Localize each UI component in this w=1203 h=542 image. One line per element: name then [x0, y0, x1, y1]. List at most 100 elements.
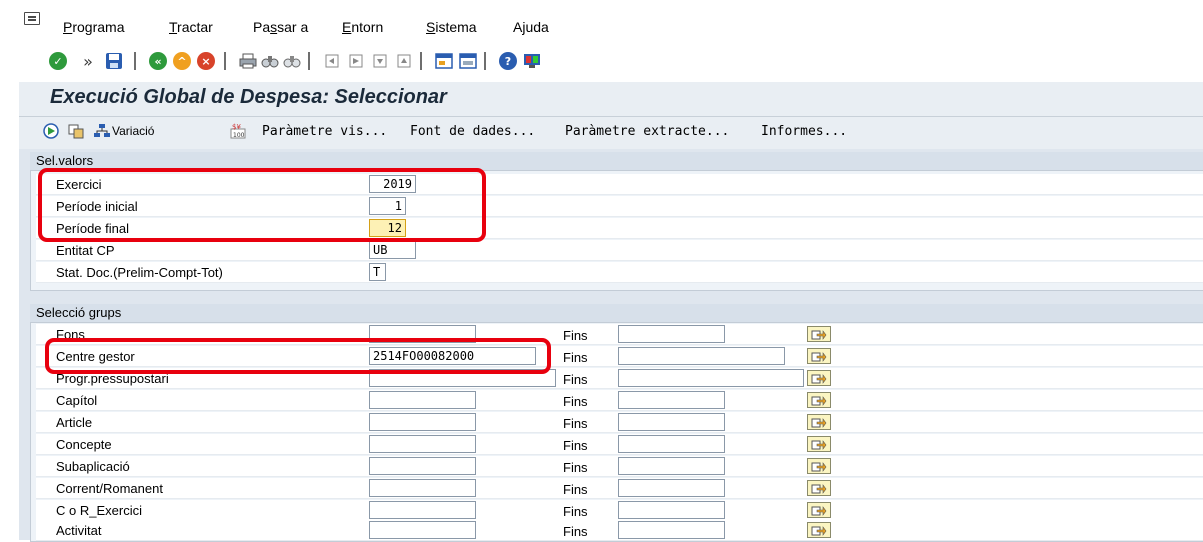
highlight-box-centre-gestor — [45, 338, 551, 374]
corrent-romanent-to-input[interactable] — [618, 479, 725, 497]
capitol-from-input[interactable] — [369, 391, 476, 409]
concepte-to-input[interactable] — [618, 435, 725, 453]
stat-doc-label: Stat. Doc.(Prelim-Compt-Tot) — [56, 265, 223, 280]
create-session-icon[interactable] — [434, 51, 454, 71]
menu-sistema-key: S — [426, 19, 436, 35]
menu-programa[interactable]: Programa — [63, 19, 124, 35]
menu-entorn-rest: ntorn — [351, 19, 384, 35]
execute-icon[interactable] — [42, 121, 62, 141]
activitat-to-input[interactable] — [618, 521, 725, 539]
parameters-icon[interactable]: $¥ 100 — [228, 121, 248, 141]
multiple-selection-icon[interactable] — [807, 502, 831, 518]
get-variant-icon[interactable] — [66, 121, 86, 141]
capitol-label: Capítol — [56, 393, 98, 408]
fins-label: Fins — [563, 482, 588, 497]
first-page-icon[interactable] — [322, 51, 342, 71]
menu-icon[interactable] — [24, 12, 40, 25]
fins-label: Fins — [563, 372, 588, 387]
command-field-icon[interactable]: » — [78, 51, 98, 71]
toolbar-separator — [308, 52, 310, 70]
c-o-r-exercici-from-input[interactable] — [369, 501, 476, 519]
fins-label: Fins — [563, 524, 588, 539]
seleccio-grups-title: Selecció grups — [30, 304, 1203, 323]
multiple-selection-icon[interactable] — [807, 522, 831, 538]
article-to-input[interactable] — [618, 413, 725, 431]
menu-programa-key: P — [63, 19, 73, 35]
print-icon[interactable] — [238, 51, 258, 71]
multiple-selection-icon[interactable] — [807, 392, 831, 408]
menu-entorn[interactable]: Entorn — [342, 19, 383, 35]
back-icon[interactable]: « — [148, 51, 168, 71]
concepte-from-input[interactable] — [369, 435, 476, 453]
font-de-dades-button[interactable]: Font de dades... — [410, 124, 535, 139]
menu-tractar-key: T — [169, 19, 178, 35]
activitat-from-input[interactable] — [369, 521, 476, 539]
activitat-label: Activitat — [56, 523, 102, 538]
previous-page-icon[interactable] — [346, 51, 366, 71]
fons-to-input[interactable] — [618, 325, 725, 343]
fins-label: Fins — [563, 328, 588, 343]
variacio-button[interactable]: Variació — [112, 124, 154, 138]
customize-layout-icon[interactable] — [522, 51, 542, 71]
exit-icon[interactable]: ^ — [172, 51, 192, 71]
multiple-selection-icon[interactable] — [807, 348, 831, 364]
highlight-box-periods — [38, 168, 486, 242]
c-o-r-exercici-to-input[interactable] — [618, 501, 725, 519]
svg-text:$¥: $¥ — [232, 123, 241, 131]
page-title: Execució Global de Despesa: Seleccionar — [50, 86, 447, 108]
menu-passar-a[interactable]: Passar a — [253, 19, 308, 35]
menu-programa-rest: rograma — [72, 19, 125, 35]
toolbar-separator — [134, 52, 136, 70]
menu-ajuda[interactable]: Ajuda — [513, 19, 549, 35]
menu-entorn-key: E — [342, 19, 352, 35]
variant-tree-icon[interactable] — [92, 121, 112, 141]
entitat-cp-label: Entitat CP — [56, 243, 115, 258]
subaplicacio-label: Subaplicació — [56, 459, 130, 474]
subaplicacio-from-input[interactable] — [369, 457, 476, 475]
multiple-selection-icon[interactable] — [807, 326, 831, 342]
article-label: Article — [56, 415, 93, 430]
centre-gestor-to-input[interactable] — [618, 347, 785, 365]
fins-label: Fins — [563, 394, 588, 409]
progr-pressupostari-to-input[interactable] — [618, 369, 804, 387]
multiple-selection-icon[interactable] — [807, 370, 831, 386]
parametre-extracte-button[interactable]: Paràmetre extracte... — [565, 124, 729, 139]
corrent-romanent-from-input[interactable] — [369, 479, 476, 497]
multiple-selection-icon[interactable] — [807, 458, 831, 474]
multiple-selection-icon[interactable] — [807, 480, 831, 496]
toolbar-separator — [484, 52, 486, 70]
fins-label: Fins — [563, 416, 588, 431]
save-icon[interactable] — [104, 51, 124, 71]
menu-sistema[interactable]: Sistema — [426, 19, 477, 35]
c-o-r-exercici-label: C o R_Exercici — [56, 503, 142, 518]
shortcut-icon[interactable] — [458, 51, 478, 71]
menu-sistema-rest: istema — [435, 19, 477, 35]
find-next-icon[interactable] — [282, 51, 302, 71]
fins-label: Fins — [563, 460, 588, 475]
menu-passar-pre: Pa — [253, 19, 271, 35]
stat-doc-input[interactable]: T — [369, 263, 386, 281]
form-row — [36, 240, 1203, 261]
last-page-icon[interactable] — [394, 51, 414, 71]
entitat-cp-input[interactable]: UB — [369, 241, 416, 259]
fins-label: Fins — [563, 438, 588, 453]
menu-passar-rest: sar a — [277, 19, 309, 35]
corrent-romanent-label: Corrent/Romanent — [56, 481, 163, 496]
article-from-input[interactable] — [369, 413, 476, 431]
menu-tractar[interactable]: Tractar — [169, 19, 213, 35]
parametre-vis-button[interactable]: Paràmetre vis... — [262, 124, 387, 139]
menu-ajuda-pre: A — [513, 19, 523, 35]
enter-icon[interactable]: ✓ — [48, 51, 68, 71]
help-icon[interactable]: ? — [498, 51, 518, 71]
next-page-icon[interactable] — [370, 51, 390, 71]
multiple-selection-icon[interactable] — [807, 436, 831, 452]
capitol-to-input[interactable] — [618, 391, 725, 409]
subaplicacio-to-input[interactable] — [618, 457, 725, 475]
multiple-selection-icon[interactable] — [807, 414, 831, 430]
toolbar-separator — [224, 52, 226, 70]
fins-label: Fins — [563, 350, 588, 365]
cancel-icon[interactable]: × — [196, 51, 216, 71]
informes-button[interactable]: Informes... — [761, 124, 847, 139]
find-icon[interactable] — [260, 51, 280, 71]
svg-text:100: 100 — [233, 132, 245, 139]
